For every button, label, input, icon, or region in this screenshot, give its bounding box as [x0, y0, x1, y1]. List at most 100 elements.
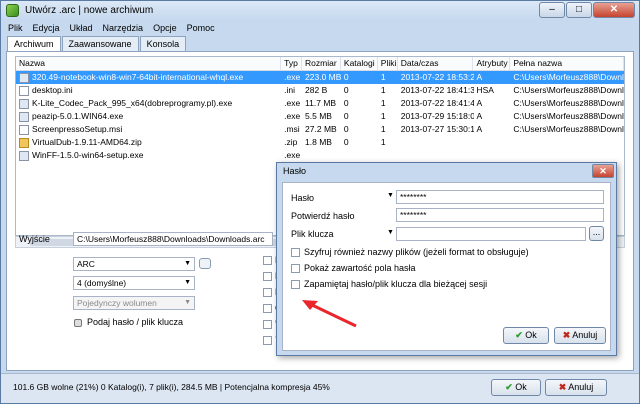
dialog-close-button[interactable]: ✕	[592, 164, 614, 178]
dialog-ok-button[interactable]: ✔ Ok	[503, 327, 549, 344]
password-field[interactable]: ********	[396, 190, 604, 204]
file-attr-cell: A	[476, 111, 483, 121]
file-full-cell: C:\Users\Morfeusz888\Downlo	[513, 85, 625, 95]
menu-narzedzia[interactable]: Narzędzia	[98, 21, 149, 35]
file-attr-cell	[474, 149, 511, 162]
file-type-cell: .msi	[284, 124, 300, 134]
file-type-cell: .exe	[284, 111, 301, 121]
volume-value: Pojedynczy wolumen	[77, 298, 157, 308]
column-header[interactable]: Nazwa	[16, 57, 282, 70]
remember-password-checkbox[interactable]	[291, 280, 300, 289]
column-header[interactable]: Pliki	[378, 57, 398, 70]
file-type-cell: .zip	[284, 137, 298, 147]
option-checkbox[interactable]	[263, 256, 272, 265]
window-title: Utwórz .arc | nowe archiwum	[25, 5, 154, 16]
maximize-button[interactable]: □	[566, 2, 592, 18]
option-checkbox[interactable]	[263, 304, 272, 313]
output-label: Wyjście	[19, 234, 50, 244]
column-header[interactable]: Typ	[281, 57, 303, 70]
show-password-checkbox[interactable]	[291, 264, 300, 273]
file-size-cell: 27.2 MB	[305, 124, 337, 134]
table-row[interactable]: peazip-5.0.1.WIN64.exe .exe 5.5 MB 0 1 2013-0…	[16, 110, 624, 123]
menu-pomoc[interactable]: Pomoc	[182, 21, 220, 35]
column-header[interactable]: Atrybuty	[473, 57, 511, 70]
file-dirs-cell: 0	[343, 85, 349, 95]
file-name: 320.49-notebook-win8-win7-64bit-internat…	[32, 72, 244, 82]
format-select[interactable]: ARC ▼	[73, 257, 195, 271]
chevron-down-icon[interactable]: ▼	[387, 229, 394, 236]
confirm-password-label: Potwierdź hasło	[291, 211, 355, 221]
file-full-cell: C:\Users\Morfeusz888\Downlo	[513, 124, 625, 134]
status-bar: 101.6 GB wolne (21%) 0 Katalog(i), 7 pli…	[1, 373, 639, 403]
table-row[interactable]: VirtualDub-1.9.11-AMD64.zip .zip 1.8 MB 0 1	[16, 136, 624, 149]
menu-edycja[interactable]: Edycja	[28, 21, 65, 35]
dialog-cancel-button[interactable]: ✖ Anuluj	[554, 327, 606, 344]
compression-level-select[interactable]: 4 (domyślne) ▼	[73, 276, 195, 290]
option-checkbox[interactable]	[263, 272, 272, 281]
cancel-icon: ✖	[558, 382, 567, 392]
option-checkbox[interactable]	[263, 336, 272, 345]
exe-file-icon	[19, 72, 29, 83]
tab-konsola[interactable]: Konsola	[139, 36, 187, 51]
file-name: ScreenpressoSetup.msi	[32, 124, 123, 134]
tab-zaawansowane[interactable]: Zaawansowane	[61, 36, 139, 51]
file-files-cell: 1	[380, 124, 386, 134]
table-row[interactable]: 320.49-notebook-win8-win7-64bit-internat…	[16, 71, 624, 84]
zip-file-icon	[19, 137, 29, 148]
speech-bubble-icon[interactable]	[199, 258, 211, 269]
level-value: 4 (domyślne)	[77, 278, 127, 288]
column-header[interactable]: Pełna nazwa	[510, 57, 624, 70]
minimize-button[interactable]: –	[539, 2, 565, 18]
file-files-cell: 1	[380, 111, 386, 121]
volume-select[interactable]: Pojedynczy wolumen ▼	[73, 296, 195, 310]
file-attr-cell: A	[476, 98, 483, 108]
file-files-cell: 1	[380, 137, 386, 147]
file-name-cell: 320.49-notebook-win8-win7-64bit-internat…	[16, 71, 281, 84]
column-header[interactable]: Data/czas	[398, 57, 474, 70]
dialog-ok-label: Ok	[525, 330, 537, 340]
file-dirs-cell: 0	[343, 98, 349, 108]
output-path-field[interactable]: C:\Users\Morfeusz888\Downloads\Downloads…	[73, 232, 273, 246]
table-row[interactable]: ScreenpressoSetup.msi .msi 27.2 MB 0 1 2013-0…	[16, 123, 624, 136]
tab-archiwum[interactable]: Archiwum	[7, 36, 61, 52]
cancel-button[interactable]: ✖ Anuluj	[545, 379, 607, 396]
file-files-cell: 1	[380, 85, 386, 95]
exe-file-icon	[19, 98, 29, 109]
column-header[interactable]: Rozmiar	[302, 57, 341, 70]
table-row[interactable]: desktop.ini .ini 282 B 0 1 2013-07-22 18:41:3…	[16, 84, 624, 97]
file-dirs-cell: 0	[343, 111, 349, 121]
column-header[interactable]: Katalogi	[341, 57, 378, 70]
file-dirs-cell: 0	[343, 124, 349, 134]
encrypt-names-checkbox[interactable]	[291, 248, 300, 257]
file-dirs-cell	[341, 149, 378, 162]
chevron-down-icon[interactable]: ▼	[387, 192, 394, 199]
close-button[interactable]: ✕	[593, 2, 635, 18]
confirm-password-field[interactable]: ********	[396, 208, 604, 222]
file-list-header: Nazwa Typ Rozmiar Katalogi Pliki Data/cz…	[16, 57, 624, 71]
dialog-title: Hasło	[283, 166, 307, 176]
table-row[interactable]: WinFF-1.5.0-win64-setup.exe .exe	[16, 149, 624, 162]
file-dirs-cell: 0	[343, 72, 349, 82]
menu-uklad[interactable]: Układ	[65, 21, 98, 35]
red-arrow-annotation	[302, 300, 357, 328]
menu-opcje[interactable]: Opcje	[148, 21, 182, 35]
file-date-cell: 2013-07-29 15:18:06	[400, 111, 474, 121]
dialog-cancel-label: Anuluj	[572, 330, 598, 340]
file-files-cell	[378, 149, 398, 162]
password-link[interactable]: Podaj hasło / plik klucza	[87, 317, 183, 327]
exe-file-icon	[19, 111, 29, 122]
file-full-cell: C:\Users\Morfeusz888\Downlo	[513, 111, 625, 121]
browse-button[interactable]: ...	[589, 226, 604, 241]
encrypt-names-label: Szyfruj również nazwy plików (jeżeli for…	[304, 247, 529, 257]
file-attr-cell: A	[476, 124, 483, 134]
keyfile-field[interactable]	[396, 227, 586, 241]
file-date-cell: 2013-07-27 15:30:18	[400, 124, 474, 134]
file-name-cell: VirtualDub-1.9.11-AMD64.zip	[16, 136, 281, 149]
file-name: peazip-5.0.1.WIN64.exe	[32, 111, 124, 121]
ok-button[interactable]: ✔ Ok	[491, 379, 541, 396]
file-name-cell: WinFF-1.5.0-win64-setup.exe	[16, 149, 281, 162]
option-checkbox[interactable]	[263, 320, 272, 329]
table-row[interactable]: K-Lite_Codec_Pack_995_x64(dobreprogramy.…	[16, 97, 624, 110]
option-checkbox[interactable]	[263, 288, 272, 297]
menu-plik[interactable]: Plik	[3, 21, 28, 35]
